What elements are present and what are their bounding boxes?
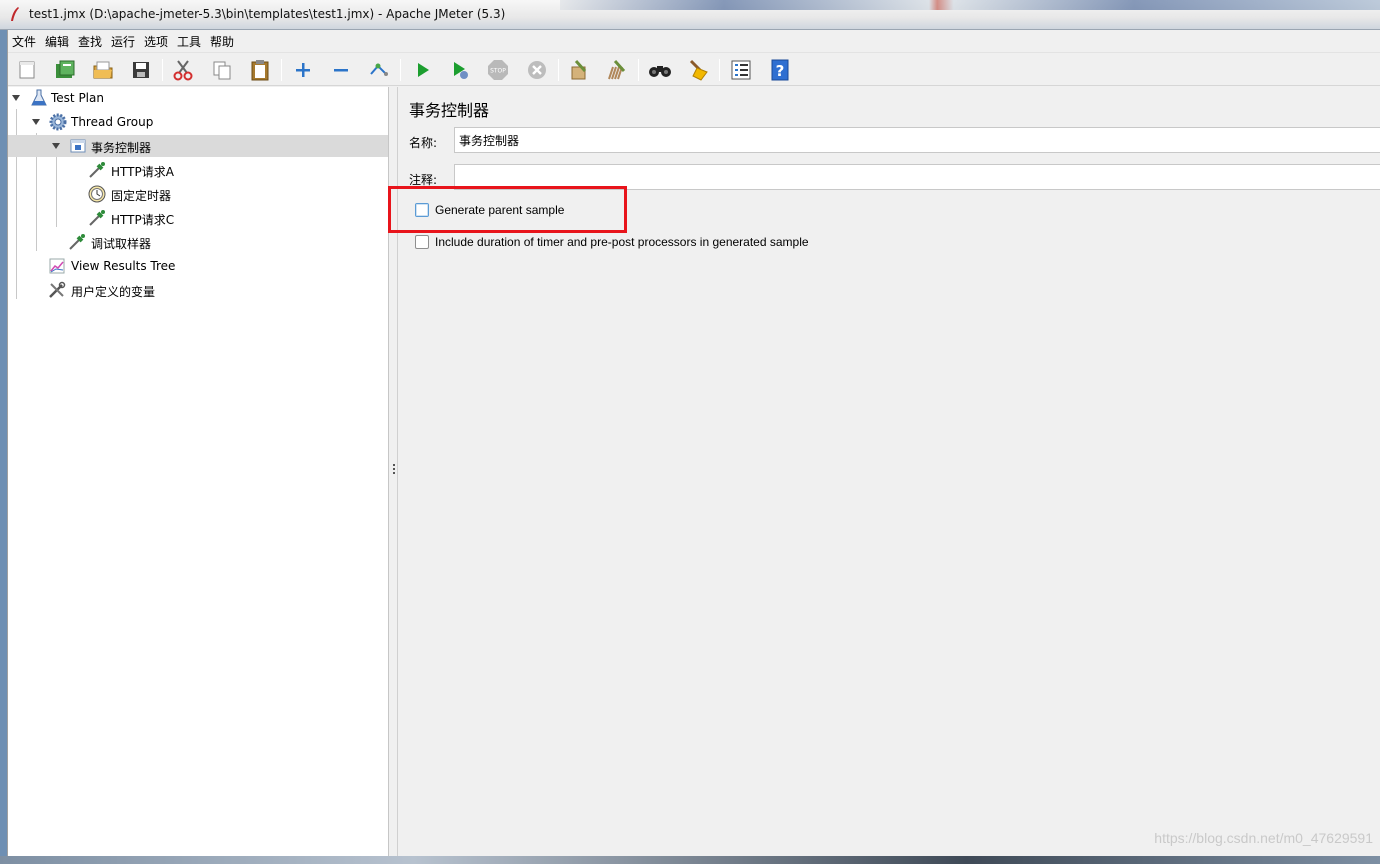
tree-item-constant-timer[interactable]: 固定定时器 <box>8 183 388 205</box>
tree-item-label: 固定定时器 <box>111 189 172 203</box>
menu-run[interactable]: 运行 <box>111 33 135 50</box>
menu-tools[interactable]: 工具 <box>177 33 201 50</box>
function-helper-icon[interactable] <box>728 57 754 83</box>
expand-icon[interactable] <box>290 57 316 83</box>
collapse-icon[interactable] <box>328 57 354 83</box>
chevron-down-icon[interactable] <box>32 119 40 125</box>
watermark: https://blog.csdn.net/m0_47629591 <box>1154 830 1373 846</box>
cut-icon[interactable] <box>170 57 196 83</box>
menu-help[interactable]: 帮助 <box>210 33 234 50</box>
jmeter-window: 文件 编辑 查找 运行 选项 工具 帮助 STOP ? Test Plan Th… <box>7 30 1380 856</box>
tree-item-user-defined-variables[interactable]: 用户定义的变量 <box>8 279 388 301</box>
tree-item-label: 事务控制器 <box>91 141 152 155</box>
pipette-icon <box>89 162 105 178</box>
test-plan-tree: Test Plan Thread Group 事务控制器 HTTP请求A 固定定… <box>8 87 389 856</box>
open-icon[interactable] <box>90 57 116 83</box>
paste-icon[interactable] <box>247 57 273 83</box>
tree-item-test-plan[interactable]: Test Plan <box>8 87 388 109</box>
gear-icon <box>49 113 67 131</box>
menu-bar: 文件 编辑 查找 运行 选项 工具 帮助 <box>8 30 1380 52</box>
tree-item-label: HTTP请求C <box>111 213 175 227</box>
tree-item-http-request-a[interactable]: HTTP请求A <box>8 159 388 181</box>
menu-options[interactable]: 选项 <box>144 33 168 50</box>
stop-icon[interactable]: STOP <box>485 57 511 83</box>
tree-item-http-request-c[interactable]: HTTP请求C <box>8 207 388 229</box>
svg-text:?: ? <box>776 62 785 80</box>
tree-item-view-results-tree[interactable]: View Results Tree <box>8 255 388 277</box>
search-icon[interactable] <box>647 57 673 83</box>
page-title: 事务控制器 <box>409 101 490 120</box>
timer-icon <box>88 185 106 203</box>
tree-item-label: View Results Tree <box>71 259 176 273</box>
window-title: test1.jmx (D:\apache-jmeter-5.3\bin\temp… <box>29 7 506 21</box>
tree-item-label: 调试取样器 <box>91 237 152 251</box>
comment-field[interactable] <box>454 164 1380 190</box>
generate-parent-sample-label: Generate parent sample <box>435 203 565 217</box>
transaction-controller-icon <box>70 139 86 153</box>
shutdown-icon[interactable] <box>524 57 550 83</box>
desktop-strip <box>560 0 1380 10</box>
tree-item-label: 用户定义的变量 <box>71 285 156 299</box>
clear-icon[interactable] <box>566 57 592 83</box>
comment-label: 注释: <box>409 173 438 187</box>
chevron-down-icon[interactable] <box>12 95 20 101</box>
copy-icon[interactable] <box>209 57 235 83</box>
flask-icon <box>31 89 47 106</box>
help-icon[interactable]: ? <box>767 57 793 83</box>
menu-edit[interactable]: 编辑 <box>45 33 69 50</box>
tree-item-label: HTTP请求A <box>111 165 174 179</box>
transaction-controller-panel: 事务控制器 名称: 事务控制器 注释: Generate parent samp… <box>399 87 1380 856</box>
save-icon[interactable] <box>128 57 154 83</box>
name-label: 名称: <box>409 136 438 150</box>
tree-item-debug-sampler[interactable]: 调试取样器 <box>8 231 388 253</box>
title-bar: test1.jmx (D:\apache-jmeter-5.3\bin\temp… <box>0 0 1380 30</box>
menu-search[interactable]: 查找 <box>78 33 102 50</box>
templates-icon[interactable] <box>52 57 78 83</box>
new-icon[interactable] <box>14 57 40 83</box>
name-field[interactable]: 事务控制器 <box>454 127 1380 153</box>
tree-item-label: Thread Group <box>71 115 154 129</box>
menu-file[interactable]: 文件 <box>12 33 36 50</box>
toolbar: STOP ? <box>8 52 1380 86</box>
pipette-icon <box>69 234 85 250</box>
tree-item-thread-group[interactable]: Thread Group <box>8 111 388 133</box>
split-pane-divider[interactable] <box>390 87 398 856</box>
chevron-down-icon[interactable] <box>52 143 60 149</box>
include-duration-label: Include duration of timer and pre-post p… <box>435 235 809 249</box>
clear-all-icon[interactable] <box>604 57 630 83</box>
include-duration-checkbox[interactable] <box>415 235 429 249</box>
start-no-pauses-icon[interactable] <box>447 57 473 83</box>
pipette-icon <box>89 210 105 226</box>
generate-parent-sample-checkbox[interactable] <box>415 203 429 217</box>
svg-text:STOP: STOP <box>490 68 506 75</box>
tree-item-transaction-controller[interactable]: 事务控制器 <box>8 135 388 157</box>
start-icon[interactable] <box>410 57 436 83</box>
tools-icon <box>49 281 66 298</box>
toggle-icon[interactable] <box>366 57 392 83</box>
chart-icon <box>49 258 65 274</box>
tree-item-label: Test Plan <box>51 91 104 105</box>
jmeter-feather-icon <box>11 7 19 21</box>
reset-search-icon[interactable] <box>685 57 711 83</box>
taskbar-edge <box>0 856 1380 864</box>
